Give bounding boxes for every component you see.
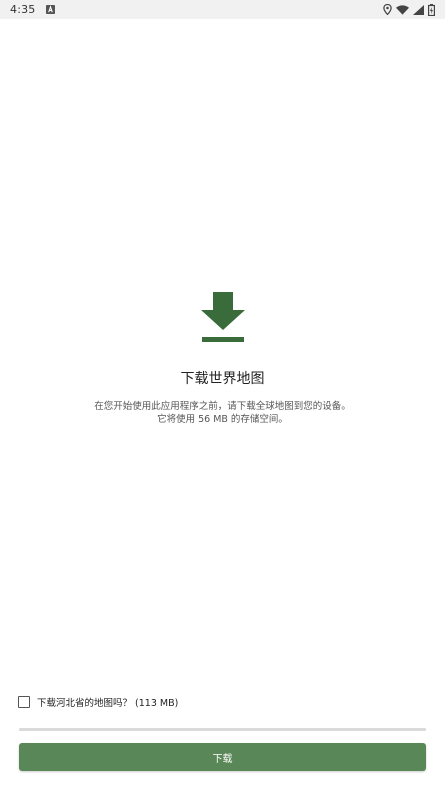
status-time: 4:35 [10, 3, 36, 16]
location-icon [383, 4, 392, 15]
download-prompt: 下载世界地图 在您开始使用此应用程序之前，请下载全球地图到您的设备。 它将使用 … [0, 290, 445, 426]
description-line-2: 它将使用 56 MB 的存储空间。 [157, 414, 288, 425]
download-button[interactable]: 下载 [19, 743, 426, 771]
status-bar: 4:35 [0, 0, 445, 19]
progress-track [19, 728, 426, 731]
page-title: 下载世界地图 [180, 371, 265, 387]
description-line-1: 在您开始使用此应用程序之前，请下载全球地图到您的设备。 [94, 401, 351, 412]
province-map-label: 下载河北省的地图吗？ (113 MB) [37, 698, 179, 709]
wifi-icon [396, 4, 409, 15]
battery-icon [428, 3, 435, 16]
cell-signal-icon [413, 4, 424, 15]
app-notification-icon [45, 5, 55, 14]
description: 在您开始使用此应用程序之前，请下载全球地图到您的设备。 它将使用 56 MB 的… [0, 400, 445, 426]
status-icons [383, 3, 435, 16]
download-icon [200, 292, 245, 342]
province-map-checkbox[interactable] [18, 696, 30, 708]
province-map-option[interactable]: 下载河北省的地图吗？ (113 MB) [18, 695, 178, 709]
